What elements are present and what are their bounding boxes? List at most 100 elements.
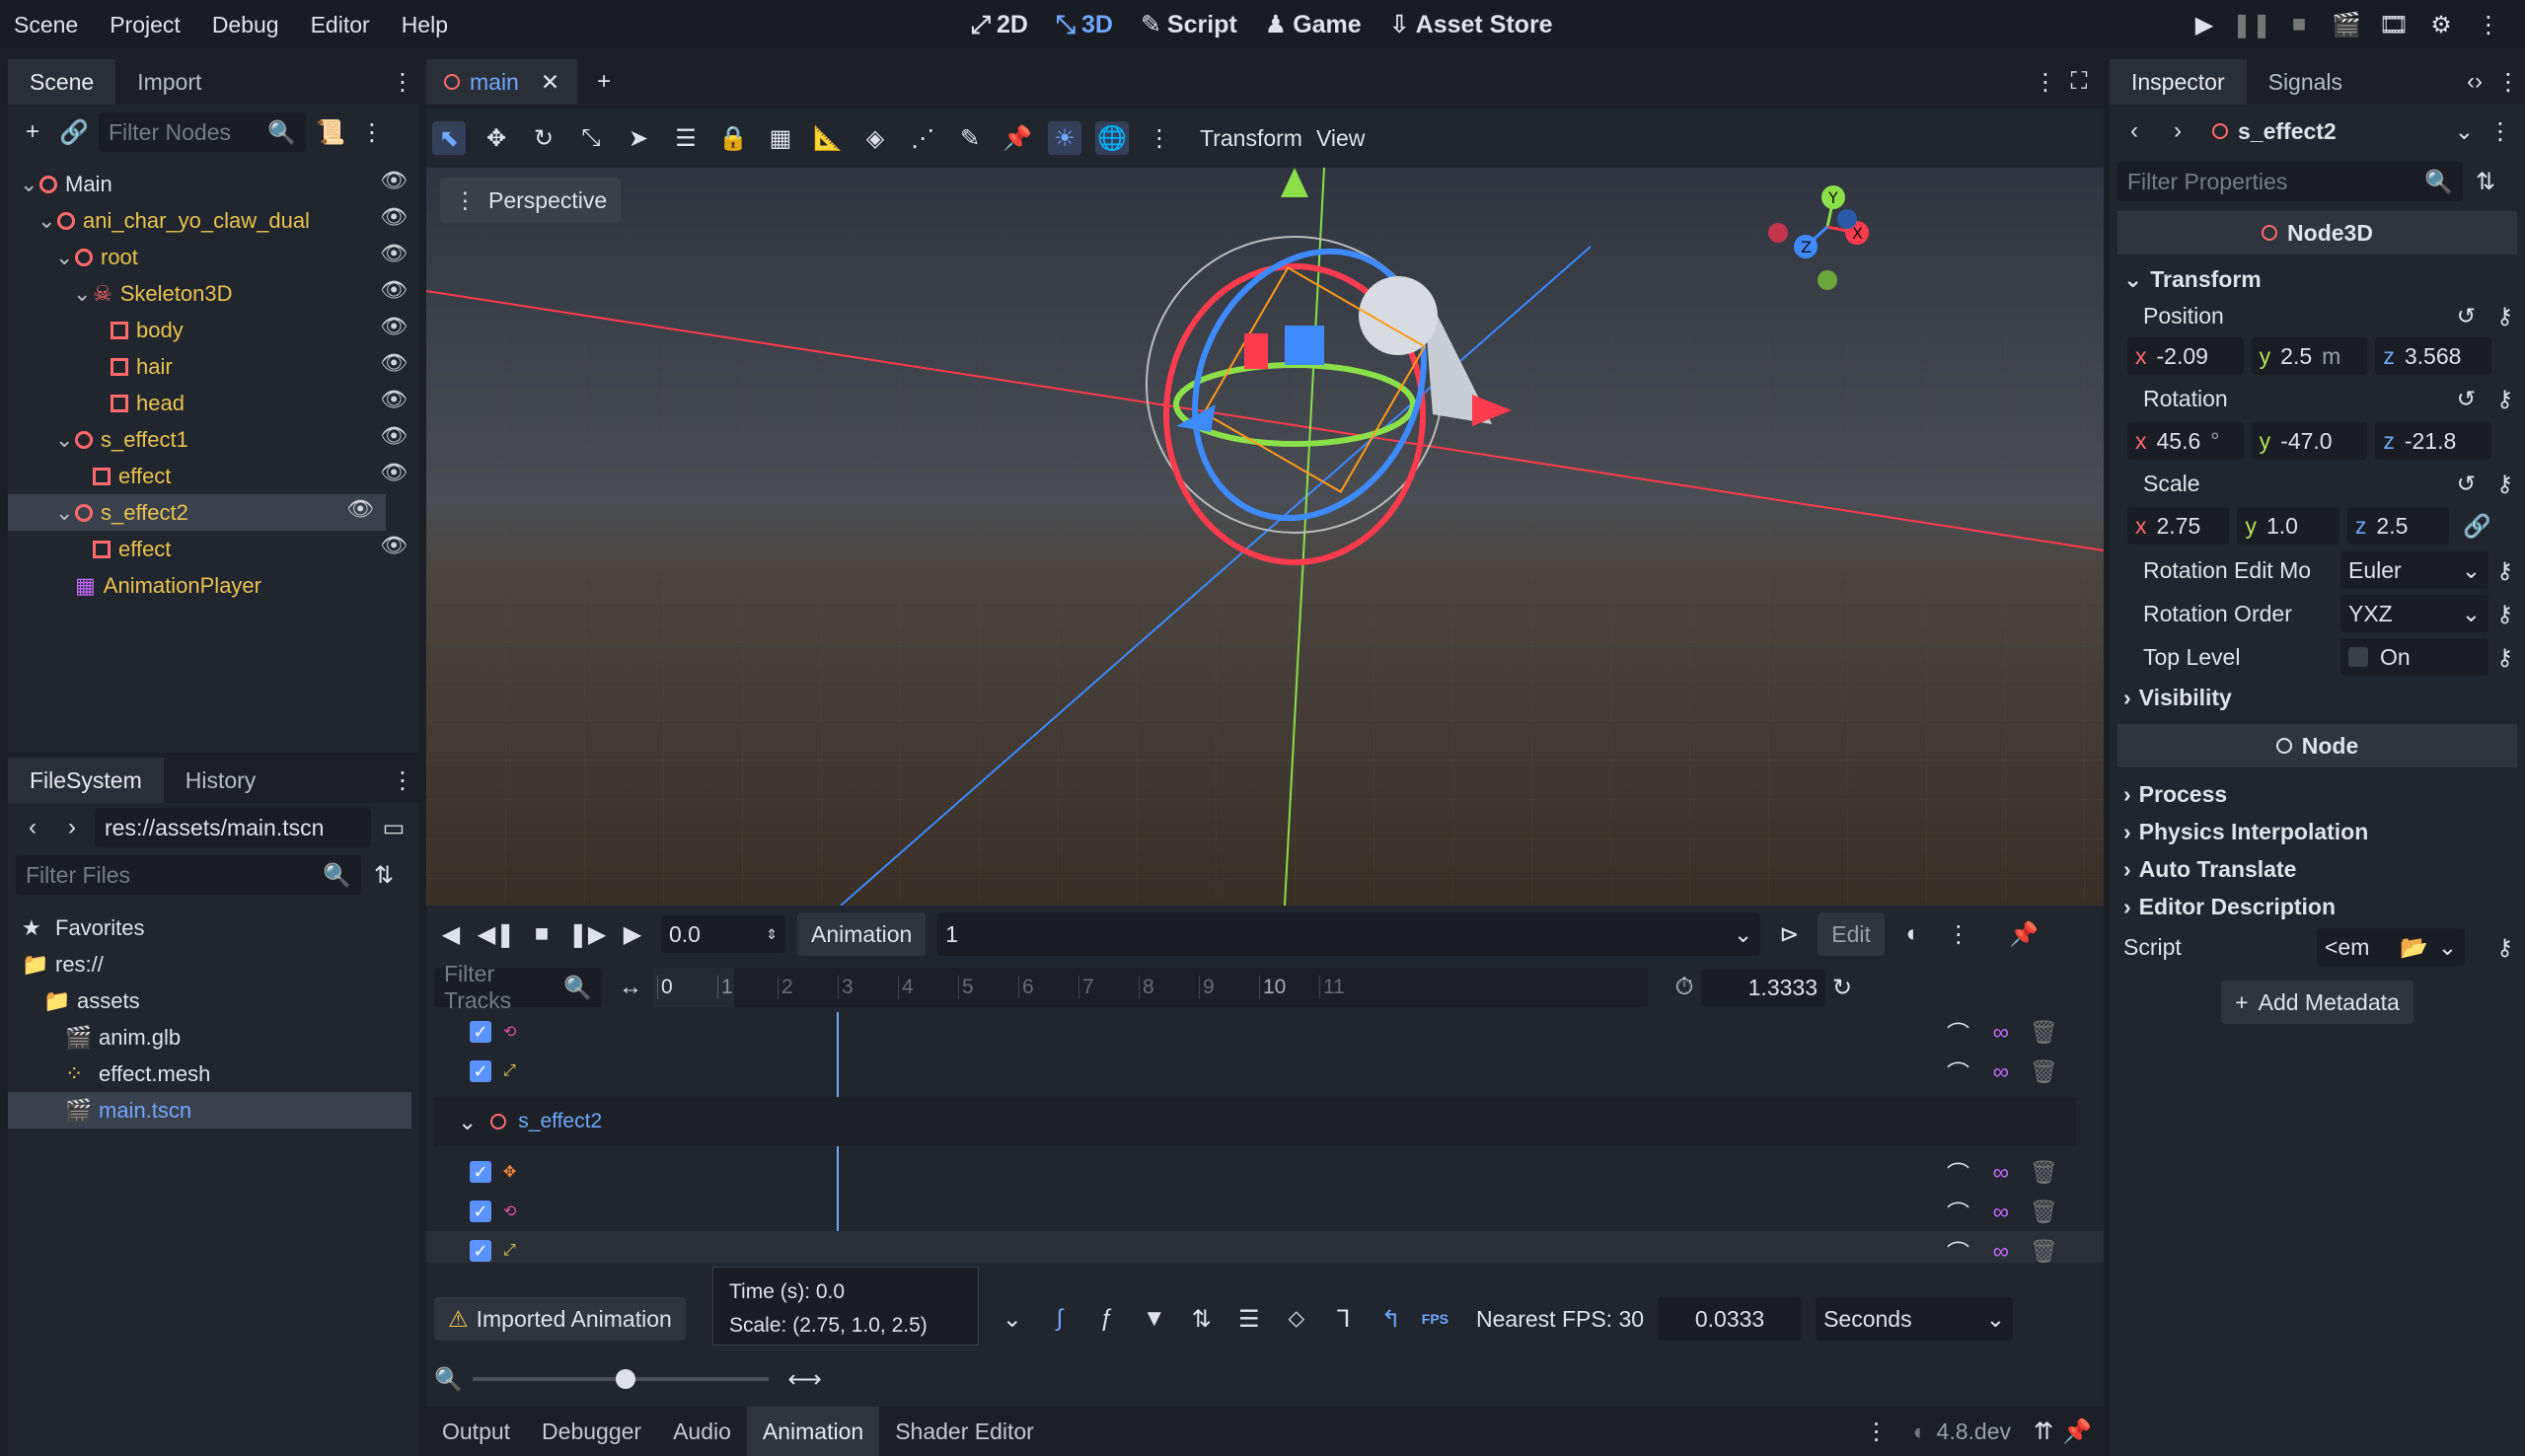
sort-icon[interactable]: ⇅	[367, 858, 401, 892]
keyframe-icon[interactable]: ⚷	[2496, 303, 2513, 329]
tab-debugger[interactable]: Debugger	[526, 1407, 657, 1456]
play-backwards-icon[interactable]: ◀❚	[478, 917, 516, 951]
scale-z-field[interactable]: z 2.5	[2346, 507, 2450, 545]
visibility-eye-icon[interactable]: 👁	[380, 314, 408, 339]
back-icon[interactable]: ‹	[16, 811, 49, 844]
tab-shader-editor[interactable]: Shader Editor	[879, 1407, 1050, 1456]
top-level-checkbox[interactable]: On	[2340, 638, 2488, 676]
menu-scene[interactable]: Scene	[14, 12, 78, 38]
menu-help[interactable]: Help	[402, 12, 448, 38]
forward-icon[interactable]: ›	[2161, 114, 2194, 148]
tree-item[interactable]: ⌄ s_effect1 👁	[8, 421, 419, 458]
imported-animation-button[interactable]: ⚠ Imported Animation	[434, 1297, 686, 1341]
layout-toggle-icon[interactable]: ▭	[377, 811, 410, 844]
tab-import[interactable]: Import	[115, 59, 223, 105]
rotation-x-field[interactable]: x 45.6 °	[2127, 422, 2244, 460]
dock-menu-icon[interactable]: ⋮	[2491, 65, 2525, 99]
keyframe-icon[interactable]: ⚷	[2496, 471, 2513, 497]
interpolation-icon[interactable]: ⌒	[1947, 1155, 1969, 1189]
expand-panel-icon[interactable]: ⇈	[2027, 1415, 2060, 1448]
section-physics-interpolation[interactable]: › Physics Interpolation	[2110, 813, 2525, 850]
object-menu-icon[interactable]: ⋮	[2484, 114, 2517, 148]
edit-icon[interactable]: ✎	[953, 121, 987, 155]
visibility-eye-icon[interactable]: 👁	[346, 496, 374, 522]
mode-script[interactable]: ✎ Script	[1141, 10, 1237, 39]
tab-audio[interactable]: Audio	[657, 1407, 747, 1456]
play-icon[interactable]: ▶	[2188, 8, 2221, 41]
track-row[interactable]: ✓ ⟲ ⌒ ∞ 🗑	[426, 1192, 2104, 1231]
path-field[interactable]: res://assets/main.tscn	[95, 808, 371, 847]
scene-tab-main[interactable]: main ✕	[426, 59, 578, 105]
pause-icon[interactable]: ❚❚	[2232, 8, 2271, 41]
tab-filesystem[interactable]: FileSystem	[8, 758, 164, 803]
fps-toggle[interactable]: FPS	[1422, 1311, 1448, 1327]
play-backwards-from-end-icon[interactable]: ◀	[434, 917, 468, 951]
file-item[interactable]: ★ Favorites	[8, 910, 419, 946]
track-enabled-checkbox[interactable]: ✓	[470, 1021, 491, 1043]
file-item[interactable]: 🎬 anim.glb	[8, 1019, 419, 1056]
onion-skin-icon[interactable]: ◐	[1896, 917, 1930, 951]
mode-3d[interactable]: ⤡ 3D	[1056, 11, 1113, 39]
environment-icon[interactable]: 🌐	[1095, 121, 1129, 155]
filter-files-input[interactable]: Filter Files 🔍	[16, 855, 361, 895]
tab-animation[interactable]: Animation	[746, 1407, 880, 1456]
section-transform[interactable]: ⌄ Transform	[2110, 260, 2525, 298]
script-resource-picker[interactable]: <em 📂 ⌄	[2317, 928, 2465, 966]
lock-icon[interactable]: 🔒	[716, 121, 750, 155]
section-visibility[interactable]: › Visibility	[2110, 679, 2525, 716]
instance-scene-icon[interactable]: 🔗	[57, 115, 91, 149]
file-item[interactable]: 🎬 main.tscn	[8, 1092, 411, 1128]
visibility-eye-icon[interactable]: 👁	[380, 533, 408, 558]
visibility-eye-icon[interactable]: 👁	[380, 204, 408, 230]
delete-track-icon[interactable]: 🗑	[2030, 1199, 2058, 1225]
chevron-down-icon[interactable]: ⌄	[55, 427, 75, 453]
dock-menu-icon[interactable]: ⋮	[386, 65, 419, 99]
dock-arrows-icon[interactable]: ‹›	[2458, 65, 2491, 99]
autoplay-icon[interactable]: ⊳	[1772, 917, 1806, 951]
revert-icon[interactable]: ↺	[2457, 303, 2476, 329]
keyframe-icon[interactable]: ⚷	[2496, 601, 2513, 627]
delete-track-icon[interactable]: 🗑	[2030, 1019, 2058, 1046]
sort-icon[interactable]: ⇅	[1185, 1302, 1219, 1336]
tab-signals[interactable]: Signals	[2247, 59, 2364, 105]
track-enabled-checkbox[interactable]: ✓	[470, 1201, 491, 1222]
scene-menu-icon[interactable]: ⋮	[355, 115, 389, 149]
list-select-icon[interactable]: ☰	[669, 121, 703, 155]
tree-item[interactable]: body 👁	[8, 312, 419, 348]
view-menu[interactable]: View	[1316, 125, 1365, 152]
position-z-field[interactable]: z 3.568	[2375, 337, 2492, 375]
close-icon[interactable]: ✕	[541, 69, 559, 96]
loop-wrap-icon[interactable]: ∞	[1993, 1199, 2009, 1225]
attach-script-icon[interactable]: 📜	[314, 115, 347, 149]
menu-debug[interactable]: Debug	[212, 12, 279, 38]
rotation-y-field[interactable]: y -47.0	[2251, 422, 2368, 460]
track-enabled-checkbox[interactable]: ✓	[470, 1060, 491, 1082]
forward-icon[interactable]: ›	[55, 811, 89, 844]
revert-icon[interactable]: ↺	[2457, 471, 2476, 497]
tree-item[interactable]: ▦ AnimationPlayer	[8, 567, 419, 604]
section-auto-translate[interactable]: › Auto Translate	[2110, 850, 2525, 888]
zoom-fit-icon[interactable]: ↔	[614, 971, 647, 1004]
interpolation-icon[interactable]: ⌒	[1947, 1055, 1969, 1088]
tree-item[interactable]: effect 👁	[8, 458, 419, 494]
scale-x-field[interactable]: x 2.75	[2127, 507, 2230, 545]
chevron-down-icon[interactable]: ⌄	[37, 208, 57, 234]
select-keys-icon[interactable]: ⬦	[1280, 1302, 1313, 1336]
snap-keys-icon[interactable]: ↰	[1374, 1302, 1408, 1336]
filter-tracks-input[interactable]: Filter Tracks 🔍	[434, 961, 602, 1013]
3d-viewport[interactable]: Y X Z ⋮ Perspective	[426, 168, 2104, 906]
add-node-icon[interactable]: +	[16, 115, 49, 149]
chevron-down-icon[interactable]: ⌄	[55, 245, 75, 270]
fullscreen-icon[interactable]: ⛶	[2062, 65, 2096, 99]
snap-icon[interactable]: ⋰	[906, 121, 939, 155]
keyframe-icon[interactable]: ⚷	[2496, 557, 2513, 584]
rotation-order-select[interactable]: YXZ ⌄	[2340, 595, 2488, 632]
perspective-menu[interactable]: ⋮ Perspective	[440, 178, 622, 223]
rotate-mode-icon[interactable]: ↻	[527, 121, 560, 155]
play-forward-icon[interactable]: ❚▶	[568, 917, 607, 951]
visibility-eye-icon[interactable]: 👁	[380, 387, 408, 412]
animation-selector[interactable]: 1 ⌄	[937, 912, 1761, 956]
menu-editor[interactable]: Editor	[311, 12, 370, 38]
zoom-slider-handle[interactable]	[615, 1369, 635, 1389]
visibility-eye-icon[interactable]: 👁	[380, 277, 408, 303]
